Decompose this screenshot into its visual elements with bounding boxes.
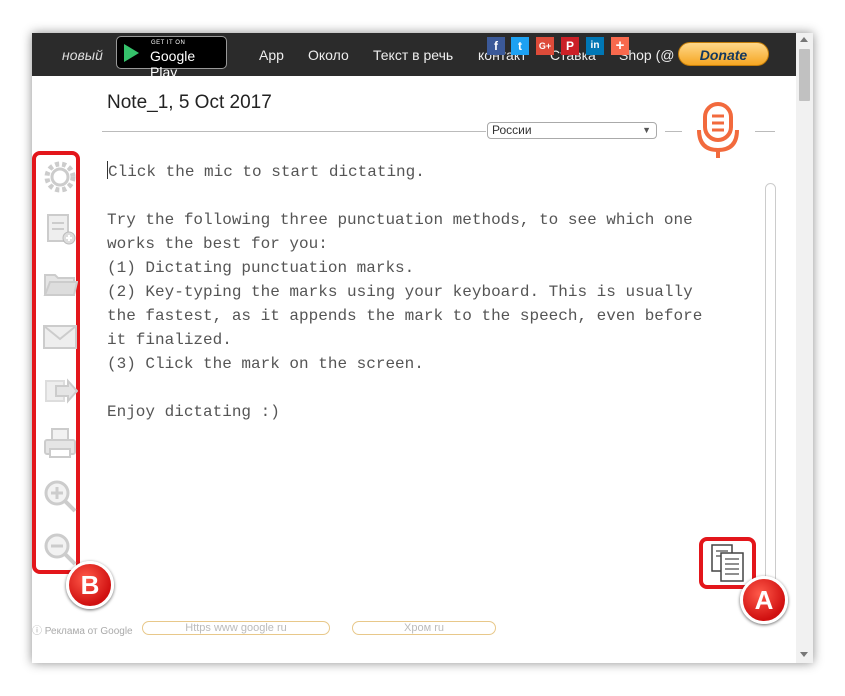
folder-icon[interactable]: [42, 265, 79, 301]
ad-link-2[interactable]: Хром ru: [352, 621, 496, 635]
mail-icon[interactable]: [42, 318, 78, 354]
copy-icon: [711, 544, 744, 582]
nav-new-label[interactable]: новый: [62, 47, 103, 63]
ads-by-google-label[interactable]: ⓘ Реклама от Google: [32, 622, 133, 637]
annotation-badge-a: A: [740, 576, 788, 624]
microphone-icon[interactable]: [695, 102, 741, 162]
divider-left: [102, 131, 486, 132]
dictation-text: Click the mic to start dictating. Try th…: [107, 163, 703, 421]
ad-link-1[interactable]: Https www google ru: [142, 621, 330, 635]
scroll-down-arrow-icon[interactable]: [800, 652, 808, 657]
pinterest-icon[interactable]: P: [561, 37, 579, 55]
language-select-value: России: [492, 123, 532, 137]
divider-mid: [665, 131, 682, 132]
language-select[interactable]: России ▼: [487, 122, 657, 139]
google-play-small-text: GET IT ON: [151, 40, 186, 46]
linkedin-icon[interactable]: in: [586, 37, 604, 55]
new-note-icon[interactable]: [42, 211, 78, 247]
dropdown-arrow-icon: ▼: [642, 125, 651, 135]
facebook-icon[interactable]: f: [487, 37, 505, 55]
donate-button[interactable]: Donate: [678, 42, 769, 66]
sidebar-toolbar-highlight: [32, 151, 80, 574]
text-area-scrollbar[interactable]: [765, 183, 776, 588]
nav-link-about[interactable]: Около: [308, 47, 349, 63]
dictation-text-area[interactable]: Click the mic to start dictating. Try th…: [107, 160, 762, 580]
page-scrollbar[interactable]: [796, 33, 813, 663]
zoom-in-icon[interactable]: [42, 478, 78, 514]
top-nav-bar: новый GET IT ON Google Play App Около Те…: [32, 33, 796, 80]
print-icon[interactable]: [42, 425, 78, 461]
nav-link-tts[interactable]: Текст в речь: [373, 47, 453, 63]
google-plus-icon[interactable]: G+: [536, 37, 554, 55]
twitter-icon[interactable]: t: [511, 37, 529, 55]
google-play-badge[interactable]: GET IT ON Google Play: [116, 36, 227, 80]
forward-icon[interactable]: [42, 371, 79, 407]
browser-window: новый GET IT ON Google Play App Около Те…: [32, 33, 813, 663]
more-share-icon[interactable]: +: [611, 37, 629, 55]
play-store-icon: [124, 44, 139, 62]
annotation-badge-b: B: [66, 561, 114, 609]
scroll-up-arrow-icon[interactable]: [800, 37, 808, 42]
google-play-text: Google Play: [150, 48, 196, 80]
gear-icon[interactable]: [42, 159, 78, 195]
divider-right: [755, 131, 775, 132]
zoom-out-icon[interactable]: [42, 531, 78, 567]
nav-link-app[interactable]: App: [259, 47, 284, 63]
note-title: Note_1, 5 Oct 2017: [107, 92, 272, 113]
scroll-thumb[interactable]: [799, 49, 810, 101]
